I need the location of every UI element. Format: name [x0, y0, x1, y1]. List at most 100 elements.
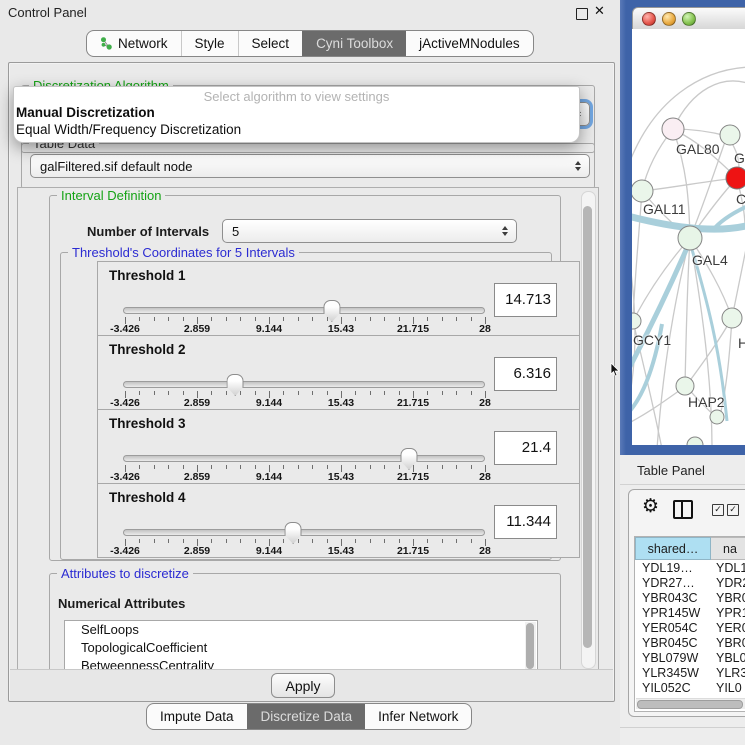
numerical-attribute-item[interactable]: TopologicalCoefficient: [65, 639, 537, 657]
network-node[interactable]: [676, 377, 694, 395]
split-columns-icon[interactable]: [673, 500, 693, 519]
table-cell[interactable]: YDR2: [711, 576, 745, 591]
slider-tick: [154, 391, 155, 395]
combo-spinner-icon: [502, 226, 508, 236]
table-cell[interactable]: YBL0: [711, 651, 745, 666]
tab-infer-network[interactable]: Infer Network: [365, 704, 471, 729]
table-row[interactable]: YBR045CYBR0: [635, 636, 745, 651]
threshold-slider[interactable]: [123, 529, 485, 535]
slider-track[interactable]: [123, 307, 485, 314]
settings-scrollbar-thumb[interactable]: [583, 206, 592, 648]
table-cell[interactable]: YIL052C: [635, 681, 711, 692]
network-canvas[interactable]: GAL80GACGAL11GAL4GCY1HHAP2: [632, 29, 745, 445]
number-of-intervals-combo[interactable]: 5: [222, 219, 517, 243]
network-node[interactable]: [710, 410, 724, 424]
checkbox-icon[interactable]: ✓: [727, 504, 739, 516]
close-traffic-light-icon[interactable]: [642, 12, 656, 26]
slider-tick: [327, 391, 328, 395]
table-cell[interactable]: YBR0: [711, 591, 745, 606]
table-data-combo[interactable]: galFiltered.sif default node: [30, 154, 590, 178]
table-row[interactable]: YIL052CYIL0: [635, 681, 745, 692]
slider-tick: [240, 317, 241, 321]
numerical-attribute-item[interactable]: SelfLoops: [65, 621, 537, 639]
network-node[interactable]: [678, 226, 702, 250]
network-view-window[interactable]: GAL80GACGAL11GAL4GCY1HHAP2: [620, 0, 745, 455]
algorithm-option-manual[interactable]: Manual Discretization: [16, 105, 155, 120]
threshold-slider[interactable]: [123, 381, 485, 387]
numerical-attributes-list[interactable]: SelfLoopsTopologicalCoefficientBetweenne…: [64, 620, 538, 671]
zoom-traffic-light-icon[interactable]: [682, 12, 696, 26]
threshold-slider[interactable]: [123, 307, 485, 313]
table-cell[interactable]: YBR045C: [635, 636, 711, 651]
settings-vertical-scrollbar[interactable]: [581, 191, 596, 669]
node-table-header: shared… na: [635, 537, 745, 560]
column-header-shared-name[interactable]: shared…: [635, 537, 711, 560]
table-cell[interactable]: YBL079W: [635, 651, 711, 666]
tab-jactivemnodules[interactable]: jActiveMNodules: [406, 31, 533, 56]
network-node[interactable]: [687, 437, 703, 445]
network-node[interactable]: [632, 180, 653, 202]
network-node[interactable]: [722, 308, 742, 328]
threshold-slider[interactable]: [123, 455, 485, 461]
tab-network[interactable]: Network: [87, 31, 181, 56]
slider-tick: [168, 317, 169, 321]
slider-tick: [255, 317, 256, 321]
table-cell[interactable]: YER0: [711, 621, 745, 636]
gear-icon[interactable]: ⚙: [642, 495, 659, 518]
tab-select[interactable]: Select: [238, 31, 303, 56]
slider-scale-label: 21.715: [397, 545, 429, 557]
table-data-combo-value: galFiltered.sif default node: [40, 159, 192, 174]
threshold-value-field[interactable]: 14.713: [494, 283, 557, 317]
tab-style[interactable]: Style: [181, 31, 238, 56]
tab-discretize-data[interactable]: Discretize Data: [247, 704, 366, 729]
tab-cyni-toolbox[interactable]: Cyni Toolbox: [302, 31, 406, 56]
table-row[interactable]: YPR145WYPR1: [635, 606, 745, 621]
network-node[interactable]: [726, 167, 745, 189]
tab-impute-data[interactable]: Impute Data: [147, 704, 247, 729]
slider-track[interactable]: [123, 381, 485, 388]
table-cell[interactable]: YDL1: [711, 561, 745, 576]
checkbox-icon[interactable]: ✓: [712, 504, 724, 516]
close-window-icon[interactable]: ✕: [594, 3, 605, 19]
minimize-traffic-light-icon[interactable]: [662, 12, 676, 26]
table-row[interactable]: YER054CYER0: [635, 621, 745, 636]
table-cell[interactable]: YDR27…: [635, 576, 711, 591]
table-cell[interactable]: YPR145W: [635, 606, 711, 621]
network-node[interactable]: [632, 313, 641, 329]
table-row[interactable]: YBL079WYBL0: [635, 651, 745, 666]
number-of-intervals-label: Number of Intervals: [87, 224, 209, 239]
threshold-value-field[interactable]: 6.316: [494, 357, 557, 391]
slider-track[interactable]: [123, 529, 485, 536]
table-cell[interactable]: YIL0: [711, 681, 745, 692]
threshold-value-field[interactable]: 11.344: [494, 505, 557, 539]
table-cell[interactable]: YLR3: [711, 666, 745, 681]
float-window-icon[interactable]: [576, 8, 588, 20]
network-window-titlebar[interactable]: [632, 7, 745, 30]
table-cell[interactable]: YLR345W: [635, 666, 711, 681]
slider-tick: [456, 317, 457, 321]
table-cell[interactable]: YBR043C: [635, 591, 711, 606]
slider-tick: [283, 317, 284, 321]
table-row[interactable]: YBR043CYBR0: [635, 591, 745, 606]
table-cell[interactable]: YER054C: [635, 621, 711, 636]
slider-tick: [384, 539, 385, 543]
table-row[interactable]: YLR345WYLR3: [635, 666, 745, 681]
table-cell[interactable]: YDL19…: [635, 561, 711, 576]
apply-button[interactable]: Apply: [271, 673, 335, 698]
slider-tick: [456, 391, 457, 395]
threshold-value-field[interactable]: 21.4: [494, 431, 557, 465]
table-cell[interactable]: YPR1: [711, 606, 745, 621]
network-node[interactable]: [662, 118, 684, 140]
attributes-list-scrollbar[interactable]: [525, 622, 536, 671]
table-cell[interactable]: YBR0: [711, 636, 745, 651]
column-header-name[interactable]: na: [711, 537, 745, 560]
table-row[interactable]: YDL19…YDL1: [635, 561, 745, 576]
table-row[interactable]: YDR27…YDR2: [635, 576, 745, 591]
table-hscroll-thumb[interactable]: [637, 700, 743, 709]
tab-style-label: Style: [195, 36, 225, 51]
table-horizontal-scrollbar[interactable]: [636, 698, 745, 709]
algorithm-option-equal-width[interactable]: Equal Width/Frequency Discretization: [16, 122, 241, 137]
network-node[interactable]: [720, 125, 740, 145]
slider-track[interactable]: [123, 455, 485, 462]
number-of-intervals-value: 5: [232, 224, 239, 239]
